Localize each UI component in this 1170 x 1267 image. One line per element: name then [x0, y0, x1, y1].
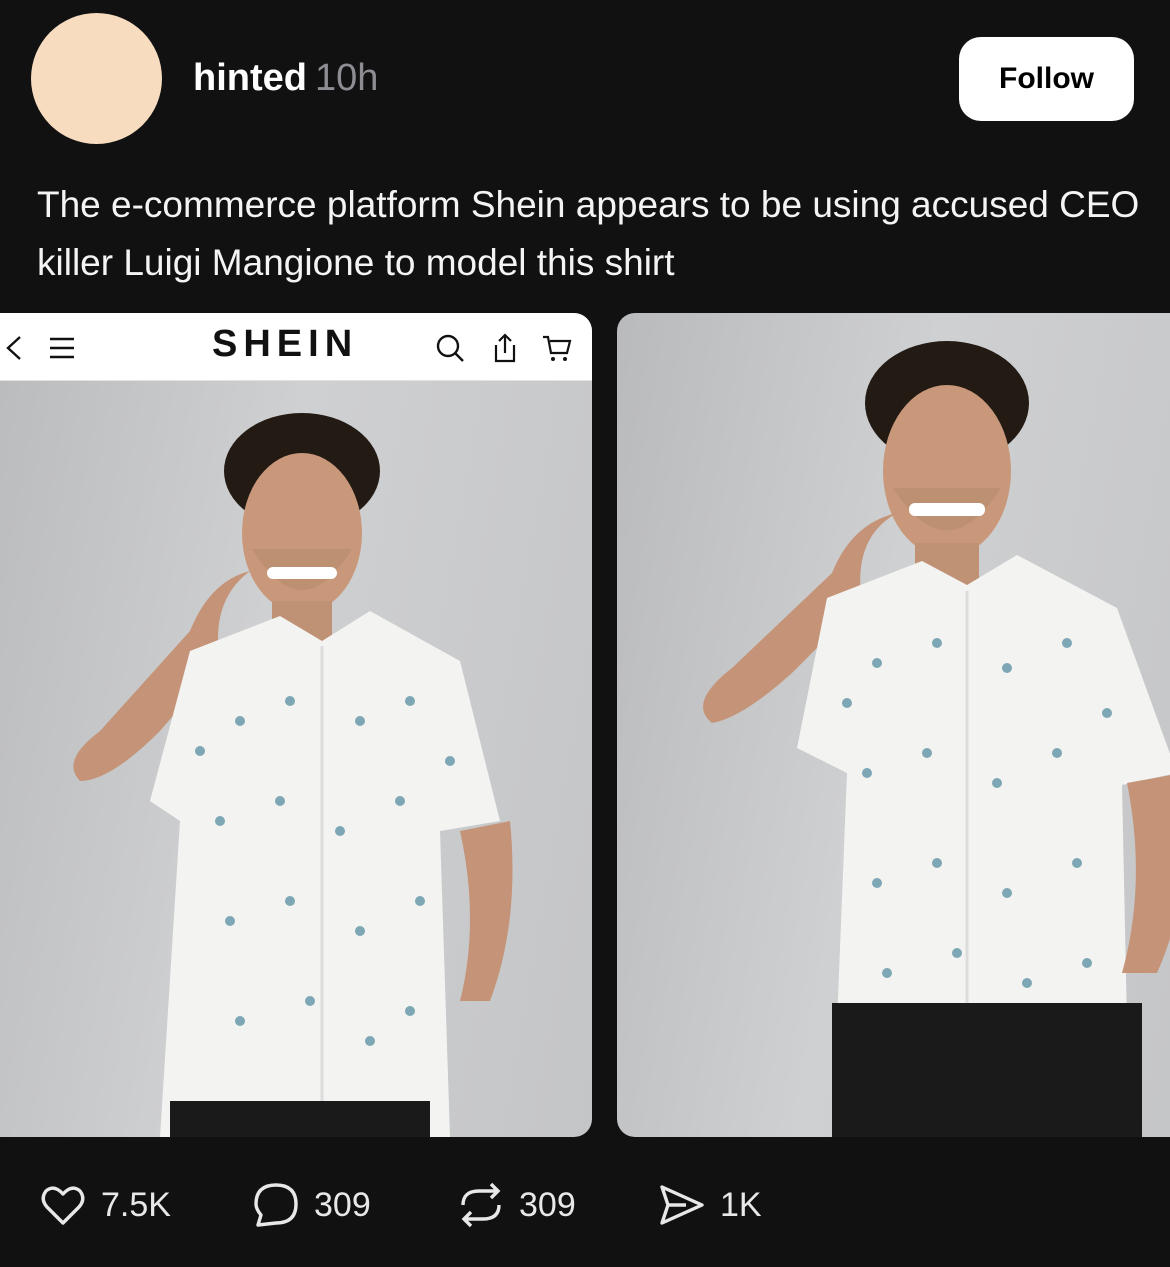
shein-app-bar: SHEIN [0, 313, 592, 381]
share-count: 1K [720, 1185, 762, 1224]
like-button[interactable]: 7.5K [37, 1177, 171, 1233]
send-icon [660, 1185, 704, 1225]
follow-button[interactable]: Follow [959, 37, 1134, 121]
search-icon [436, 334, 464, 362]
post-header: hinted 10h Follow [0, 0, 1170, 160]
reply-button[interactable]: 309 [250, 1177, 371, 1233]
post-time: 10h [314, 57, 379, 99]
back-icon [6, 336, 21, 360]
repost-button[interactable]: 309 [455, 1177, 576, 1233]
avatar[interactable] [31, 13, 162, 144]
shein-logo: SHEIN [212, 323, 359, 365]
share-button[interactable]: 1K [656, 1177, 762, 1233]
model-photo [703, 341, 1170, 1137]
share-icon [494, 333, 516, 363]
repost-count: 309 [519, 1185, 576, 1224]
reply-count: 309 [314, 1185, 371, 1224]
menu-icon [50, 337, 74, 359]
repost-icon [461, 1182, 501, 1228]
post-actions: 7.5K 309 309 1K [0, 1165, 1170, 1245]
model-photo [73, 413, 513, 1137]
comment-icon [254, 1183, 298, 1227]
username[interactable]: hinted [193, 57, 307, 99]
heart-icon [41, 1186, 85, 1225]
cart-icon [543, 335, 572, 361]
like-count: 7.5K [101, 1185, 171, 1224]
post-image-photo[interactable] [617, 313, 1170, 1137]
post-caption: The e-commerce platform Shein appears to… [37, 184, 1140, 283]
post-meta: hinted 10h [193, 54, 378, 102]
post-image-shein-screenshot[interactable]: SHEIN [0, 313, 592, 1137]
